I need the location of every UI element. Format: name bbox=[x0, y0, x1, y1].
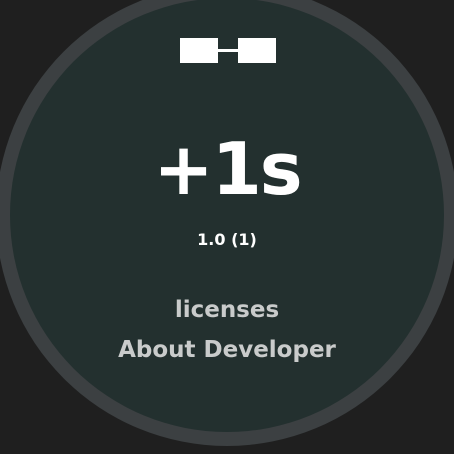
watch-screen: +1s 1.0 (1) licenses About Developer bbox=[0, 0, 454, 454]
app-title: +1s bbox=[153, 127, 302, 211]
dumbbell-icon bbox=[180, 38, 276, 63]
app-version: 1.0 (1) bbox=[197, 230, 257, 249]
watch-face bbox=[10, 0, 444, 432]
about-developer-link[interactable]: About Developer bbox=[0, 334, 454, 366]
licenses-link[interactable]: licenses bbox=[0, 294, 454, 326]
